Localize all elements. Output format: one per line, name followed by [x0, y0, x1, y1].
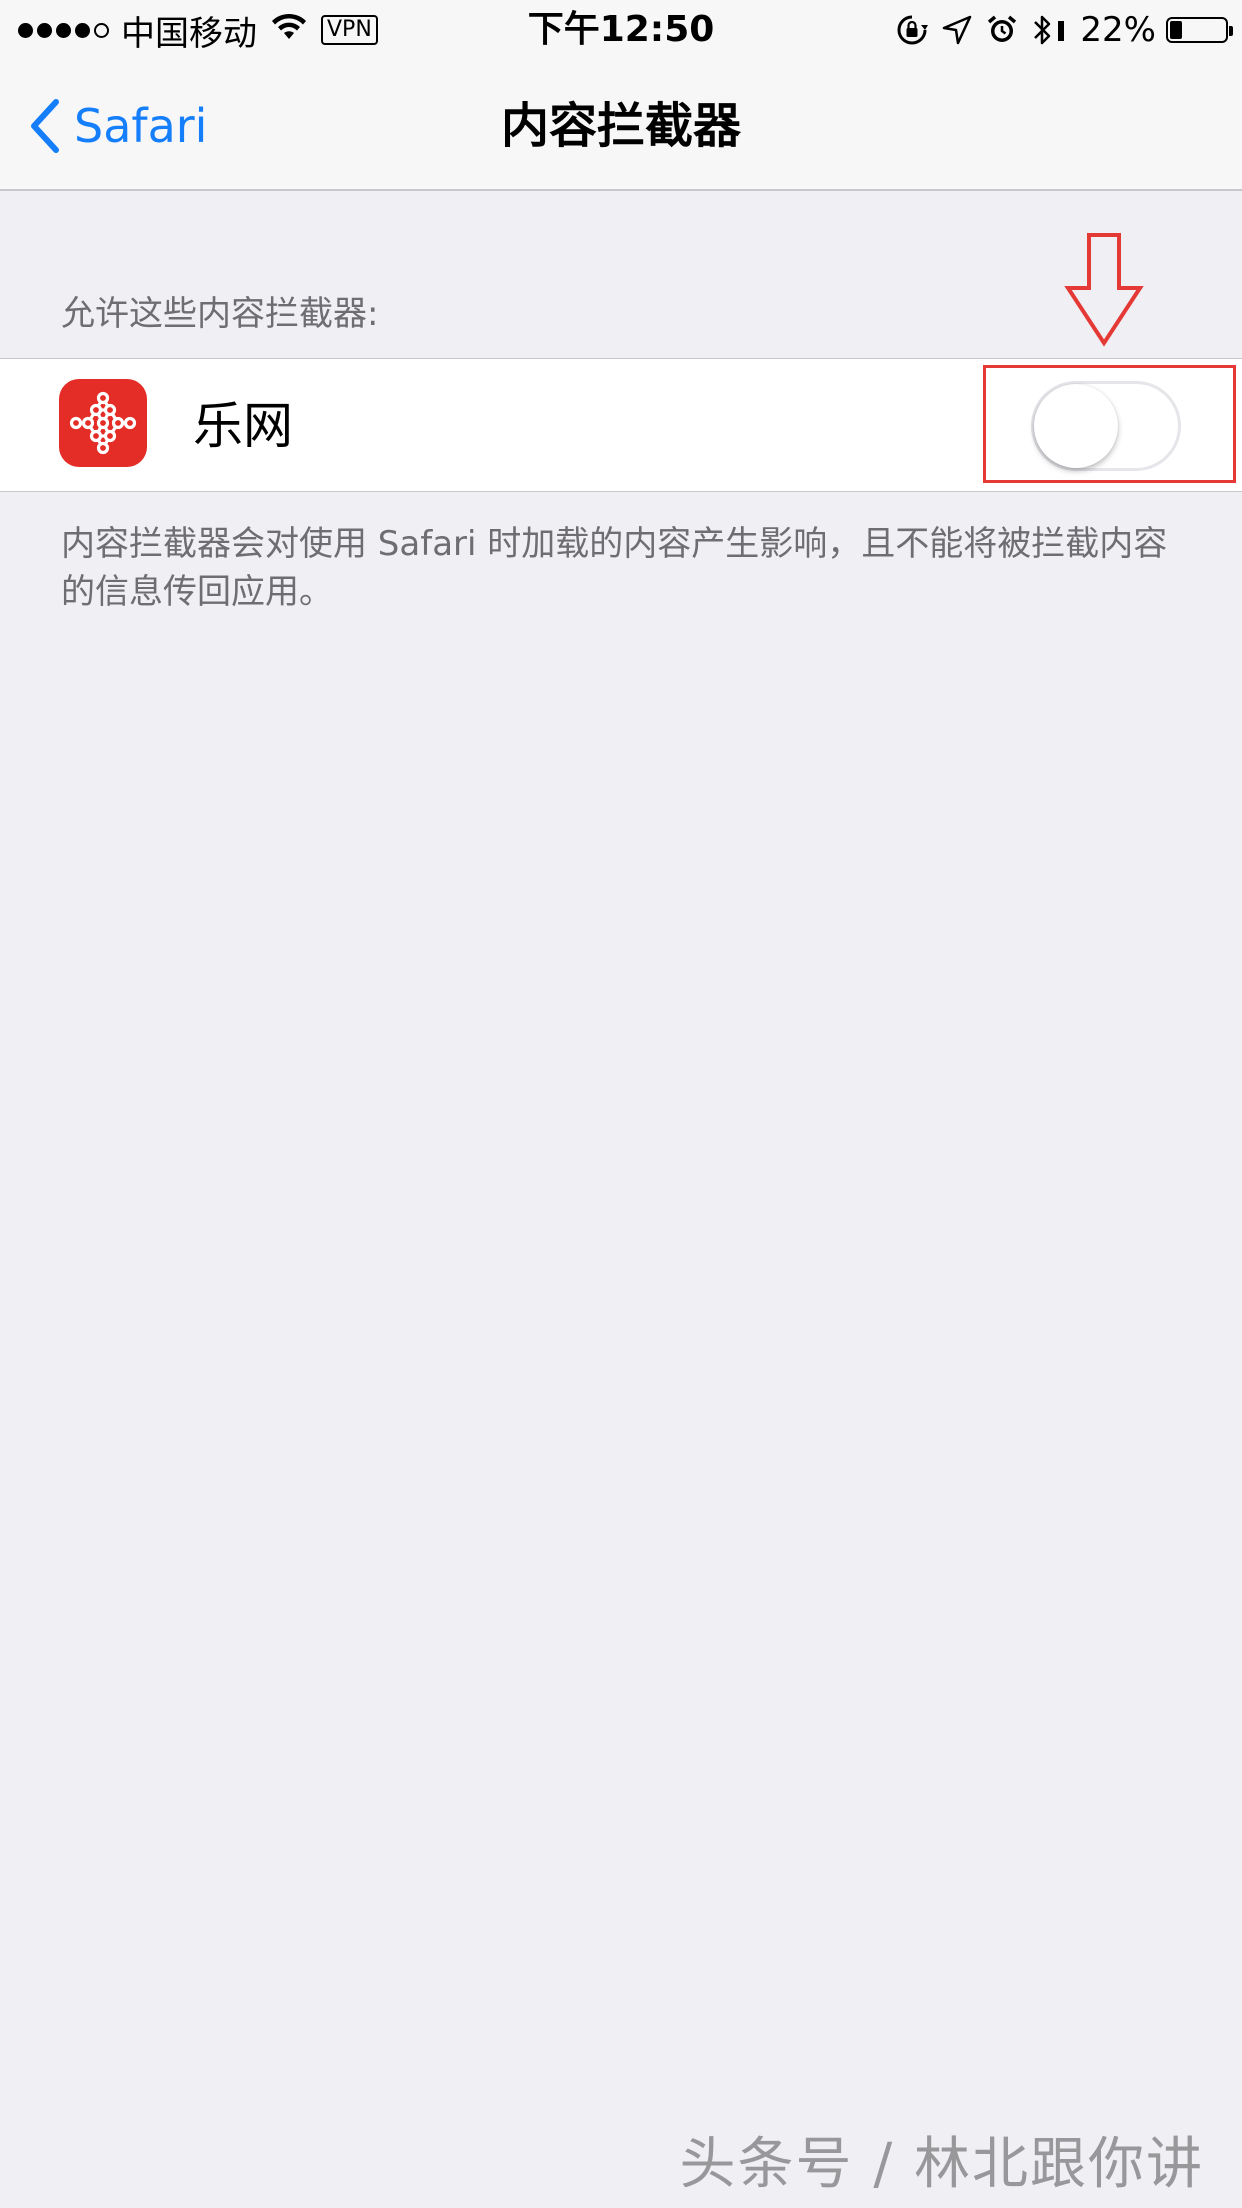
- status-right: 22%: [882, 8, 1233, 52]
- lewang-app-icon: [59, 379, 147, 467]
- status-bar: 中国移动 VPN 下午12:50 22%: [0, 0, 1242, 60]
- navigation-bar: Safari 内容拦截器: [0, 60, 1242, 191]
- battery-fill: [1170, 21, 1182, 39]
- section-footer: 内容拦截器会对使用 Safari 时加载的内容产生影响，且不能将被拦截内容的信息…: [61, 524, 1168, 612]
- rotation-lock-icon: [896, 14, 929, 46]
- bluetooth-icon: [1032, 13, 1066, 47]
- content-blocker-label: 乐网: [193, 397, 293, 455]
- battery-percent: 22%: [1080, 10, 1156, 50]
- down-arrow-annotation-icon: [1064, 233, 1144, 347]
- highlight-annotation-box: [983, 365, 1236, 483]
- section-header: 允许这些内容拦截器:: [61, 294, 379, 334]
- location-icon: [942, 15, 972, 45]
- alarm-icon: [986, 14, 1018, 46]
- page-title: 内容拦截器: [500, 98, 741, 154]
- battery-icon: [1166, 17, 1233, 43]
- watermark: 头条号 / 林北跟你讲: [679, 2132, 1204, 2197]
